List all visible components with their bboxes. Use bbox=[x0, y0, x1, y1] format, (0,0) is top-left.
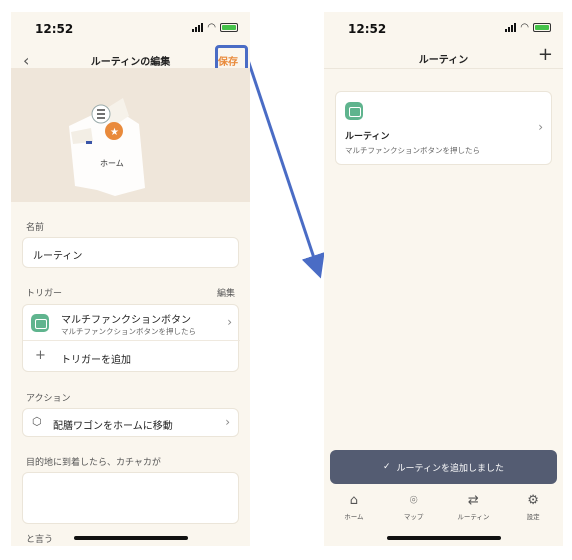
page-title: ルーティン bbox=[418, 55, 469, 66]
tab-bar: ⌂ ホーム ⌾ マップ ⇄ ルーティン ⚙ 設定 bbox=[324, 492, 563, 532]
signal-icon bbox=[192, 23, 204, 32]
status-time: 12:52 bbox=[348, 22, 387, 36]
trigger-card: マルチファンクションボタン マルチファンクションボタンを押したら › + トリガ… bbox=[22, 304, 240, 372]
routine-list-screen: 12:52 ◠ ルーティン + ルーティン マルチファンクションボタンを押したら… bbox=[324, 12, 563, 546]
status-time: 12:52 bbox=[35, 22, 74, 36]
toast-message: ルーティンを追加しました bbox=[396, 463, 504, 474]
nav-bar: ルーティン + bbox=[324, 44, 563, 69]
home-tag: ホーム bbox=[100, 159, 124, 168]
toast-notification: ✓ ルーティンを追加しました bbox=[330, 450, 557, 484]
tab-home[interactable]: ⌂ ホーム bbox=[324, 492, 384, 532]
battery-icon bbox=[533, 23, 551, 32]
routine-icon: ⇄ bbox=[467, 493, 479, 508]
wifi-icon: ◠ bbox=[520, 22, 529, 33]
tab-settings-label: 設定 bbox=[526, 513, 540, 521]
edit-routine-screen: 12:52 ◠ ‹ ルーティンの編集 保存 ★ ホーム 名前 ルーティン トリガ… bbox=[11, 12, 250, 546]
multifunction-button-icon bbox=[31, 314, 49, 332]
home-indicator bbox=[386, 536, 501, 540]
wifi-icon: ◠ bbox=[207, 22, 216, 33]
map-preview: ★ ホーム bbox=[11, 68, 250, 202]
tab-routine-label: ルーティン bbox=[457, 513, 490, 521]
trigger-label: トリガー bbox=[26, 289, 63, 299]
battery-icon bbox=[220, 23, 238, 32]
name-value: ルーティン bbox=[33, 251, 83, 262]
chevron-right-icon: › bbox=[227, 315, 232, 329]
trigger-item[interactable]: マルチファンクションボタン マルチファンクションボタンを押したら › bbox=[23, 305, 240, 341]
action-item-label: 配膳ワゴンをホームに移動 bbox=[53, 421, 173, 432]
status-bar: 12:52 ◠ bbox=[11, 12, 250, 44]
tab-routine[interactable]: ⇄ ルーティン bbox=[444, 492, 504, 532]
home-icon: ⌂ bbox=[349, 493, 358, 508]
save-button[interactable]: 保存 bbox=[218, 53, 238, 68]
plus-icon: + bbox=[35, 348, 46, 363]
tab-map-label: マップ bbox=[403, 513, 424, 521]
speech-text-field[interactable] bbox=[22, 472, 239, 524]
chevron-right-icon: › bbox=[538, 120, 543, 134]
trigger-edit-button[interactable]: 編集 bbox=[217, 286, 235, 299]
status-icons: ◠ bbox=[192, 22, 238, 33]
routine-title: ルーティン bbox=[345, 132, 390, 142]
tab-map[interactable]: ⌾ マップ bbox=[384, 492, 444, 532]
trigger-item-subtitle: マルチファンクションボタンを押したら bbox=[61, 327, 196, 336]
tab-home-label: ホーム bbox=[344, 513, 364, 521]
status-bar: 12:52 ◠ bbox=[324, 12, 563, 44]
add-trigger-label: トリガーを追加 bbox=[61, 355, 131, 366]
trigger-item-title: マルチファンクションボタン bbox=[61, 315, 191, 326]
gear-icon: ⚙ bbox=[527, 493, 539, 508]
add-trigger-button[interactable]: + トリガーを追加 bbox=[23, 342, 240, 372]
add-routine-button[interactable]: + bbox=[538, 44, 553, 65]
home-indicator bbox=[73, 536, 188, 540]
status-icons: ◠ bbox=[505, 22, 551, 33]
robot-illustration: ★ bbox=[69, 98, 145, 196]
chevron-right-icon: › bbox=[225, 415, 230, 429]
multifunction-button-icon bbox=[345, 102, 363, 120]
routine-card[interactable]: ルーティン マルチファンクションボタンを押したら › bbox=[335, 91, 552, 165]
svg-text:★: ★ bbox=[110, 127, 119, 138]
routine-subtitle: マルチファンクションボタンを押したら bbox=[345, 146, 480, 155]
arrival-label: 目的地に到着したら、カチャカが bbox=[26, 458, 161, 468]
check-icon: ✓ bbox=[382, 462, 391, 472]
action-item[interactable]: ⬡ 配膳ワゴンをホームに移動 › bbox=[22, 408, 239, 437]
say-label: と言う bbox=[26, 535, 54, 545]
name-label: 名前 bbox=[26, 223, 45, 233]
signal-icon bbox=[505, 23, 517, 32]
map-pin-icon: ⌾ bbox=[409, 493, 418, 508]
action-label: アクション bbox=[26, 394, 71, 404]
tab-settings[interactable]: ⚙ 設定 bbox=[503, 492, 563, 532]
box-icon: ⬡ bbox=[32, 415, 42, 428]
name-field[interactable]: ルーティン bbox=[22, 237, 239, 268]
